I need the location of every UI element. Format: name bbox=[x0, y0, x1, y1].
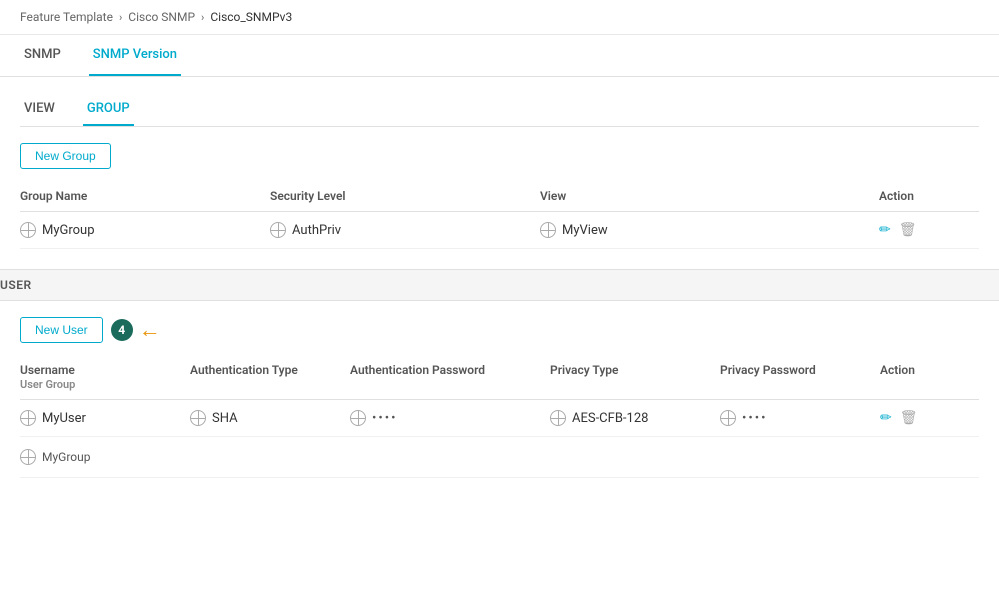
globe-icon-security bbox=[270, 222, 286, 238]
col-view: View bbox=[540, 189, 879, 203]
security-level-cell: AuthPriv bbox=[270, 222, 540, 238]
user-section-divider: USER bbox=[0, 269, 999, 301]
username-value: MyUser bbox=[42, 411, 86, 426]
globe-icon-privacy-type bbox=[550, 410, 566, 426]
edit-group-button[interactable]: ✏ bbox=[879, 222, 891, 238]
breadcrumb-cisco-snmpv3: Cisco_SNMPv3 bbox=[210, 10, 292, 24]
view-value: MyView bbox=[562, 223, 608, 238]
breadcrumb-sep-2: › bbox=[201, 11, 204, 24]
col-auth-password-header: Authentication Password bbox=[350, 363, 550, 391]
username-cell: MyUser bbox=[20, 410, 190, 426]
privacy-type-value: AES-CFB-128 bbox=[572, 411, 648, 426]
auth-type-value: SHA bbox=[212, 411, 238, 426]
user-action-icons: ✏ 🗑 bbox=[880, 410, 960, 426]
col-security-level: Security Level bbox=[270, 189, 540, 203]
user-table-row-1: MyUser SHA •••• AES-CFB-128 •••• ✏ 🗑 bbox=[20, 400, 979, 437]
user-actions: New User 4 ← bbox=[20, 301, 979, 355]
sub-tabs: VIEW GROUP bbox=[20, 77, 979, 127]
user-section-label: USER bbox=[0, 278, 32, 292]
top-tabs: SNMP SNMP Version bbox=[0, 35, 999, 77]
breadcrumb-cisco-snmp[interactable]: Cisco SNMP bbox=[128, 10, 195, 24]
group-actions: New Group bbox=[20, 127, 979, 181]
breadcrumb: Feature Template › Cisco SNMP › Cisco_SN… bbox=[0, 0, 999, 35]
step-badge: 4 bbox=[111, 319, 133, 341]
arrow-badge: 4 ← bbox=[111, 317, 161, 343]
new-user-button[interactable]: New User bbox=[20, 317, 103, 343]
breadcrumb-sep-1: › bbox=[119, 11, 122, 24]
globe-icon-usergroup bbox=[20, 449, 36, 465]
edit-user-button[interactable]: ✏ bbox=[880, 410, 892, 426]
col-privacy-type-header: Privacy Type bbox=[550, 363, 720, 391]
tab-view[interactable]: VIEW bbox=[20, 93, 59, 126]
col-group-name: Group Name bbox=[20, 189, 270, 203]
group-table-row: MyGroup AuthPriv MyView ✏ 🗑 bbox=[20, 212, 979, 249]
auth-password-value: •••• bbox=[372, 411, 398, 426]
group-table-header: Group Name Security Level View Action bbox=[20, 181, 979, 212]
tab-snmp-version[interactable]: SNMP Version bbox=[89, 35, 181, 76]
view-cell: MyView bbox=[540, 222, 879, 238]
col-auth-type-header: Authentication Type bbox=[190, 363, 350, 391]
globe-icon-auth-type bbox=[190, 410, 206, 426]
arrow-icon: ← bbox=[139, 317, 161, 343]
security-level-value: AuthPriv bbox=[292, 223, 341, 238]
group-name-value: MyGroup bbox=[42, 223, 95, 238]
globe-icon-group bbox=[20, 222, 36, 238]
user-group-value: MyGroup bbox=[42, 450, 90, 464]
col-action-header: Action bbox=[880, 363, 960, 391]
col-action: Action bbox=[879, 189, 979, 203]
globe-icon-privacy-pwd bbox=[720, 410, 736, 426]
privacy-password-cell: •••• bbox=[720, 410, 880, 426]
globe-icon-view bbox=[540, 222, 556, 238]
delete-user-button[interactable]: 🗑 bbox=[900, 410, 918, 426]
privacy-password-value: •••• bbox=[742, 411, 768, 426]
group-action-icons: ✏ 🗑 bbox=[879, 222, 979, 238]
privacy-type-cell: AES-CFB-128 bbox=[550, 410, 720, 426]
globe-icon-auth-pwd bbox=[350, 410, 366, 426]
tab-snmp[interactable]: SNMP bbox=[20, 35, 65, 76]
auth-password-cell: •••• bbox=[350, 410, 550, 426]
tab-group[interactable]: GROUP bbox=[83, 93, 134, 126]
col-privacy-password-header: Privacy Password bbox=[720, 363, 880, 391]
col-username-header: Username User Group bbox=[20, 363, 190, 391]
auth-type-cell: SHA bbox=[190, 410, 350, 426]
user-table-header: Username User Group Authentication Type … bbox=[20, 355, 979, 400]
breadcrumb-feature-template[interactable]: Feature Template bbox=[20, 10, 113, 24]
delete-group-button[interactable]: 🗑 bbox=[899, 222, 917, 238]
globe-icon-username bbox=[20, 410, 36, 426]
user-group-subrow: MyGroup bbox=[20, 437, 979, 478]
group-name-cell: MyGroup bbox=[20, 222, 270, 238]
new-group-button[interactable]: New Group bbox=[20, 143, 111, 169]
